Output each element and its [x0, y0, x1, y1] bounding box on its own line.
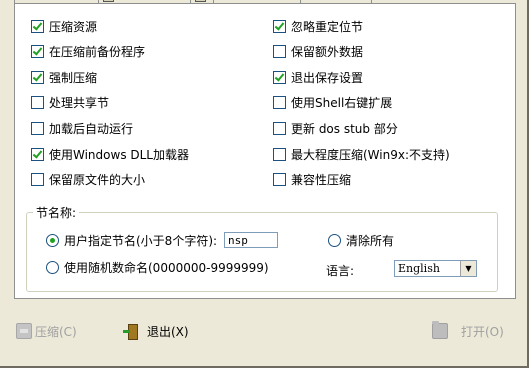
language-label: 语言: — [326, 264, 355, 278]
option-label: 最大程度压缩(Win9x:不支持) — [291, 147, 450, 162]
checkbox-unchecked[interactable] — [31, 96, 44, 110]
section-name-input[interactable]: nsp — [224, 232, 278, 248]
option-label: 强制压缩 — [49, 70, 98, 85]
option-label: 在压缩前备份程序 — [49, 45, 146, 60]
compress-button-label: 压缩(C) — [35, 324, 77, 339]
folder-icon — [432, 321, 448, 339]
open-button-label: 打开(O) — [461, 324, 504, 339]
compress-button[interactable]: 压缩(C) — [16, 321, 77, 341]
exit-door-icon — [122, 323, 138, 340]
checkbox-checked[interactable] — [31, 70, 44, 84]
chevron-down-icon[interactable]: ▼ — [460, 261, 476, 276]
main-window: 压缩资源在压缩前备份程序 强制压缩处理共享节加载后自动运行使用Windows DL… — [0, 0, 529, 368]
option-label: 使用Windows DLL加载器 — [49, 147, 189, 162]
option-checkbox[interactable]: 保留原文件的大小 — [31, 172, 145, 188]
option-checkbox[interactable]: 使用Shell右键扩展 — [273, 95, 392, 111]
user-section-name-label: 用户指定节名(小于8个字符): — [64, 233, 218, 248]
checkbox-checked[interactable] — [31, 147, 44, 161]
random-section-name-radio[interactable]: 使用随机数命名(0000000-9999999) — [46, 259, 269, 275]
exit-button-label: 退出(X) — [147, 324, 189, 339]
option-label: 保留原文件的大小 — [49, 173, 146, 188]
radio-indicator[interactable] — [328, 233, 341, 247]
user-section-name-radio[interactable]: 用户指定节名(小于8个字符): — [46, 232, 217, 248]
option-checkbox[interactable]: 保留额外数据 — [273, 44, 363, 60]
section-name-group — [26, 212, 498, 292]
checkbox-checked[interactable] — [31, 45, 44, 59]
tab-icon — [195, 0, 206, 2]
open-button[interactable]: 打开(O) — [432, 321, 504, 341]
checkbox-checked[interactable] — [273, 19, 286, 33]
clear-all-label: 清除所有 — [346, 233, 395, 248]
option-checkbox[interactable]: 使用Windows DLL加载器 — [31, 146, 189, 162]
option-checkbox[interactable]: 强制压缩 — [31, 69, 97, 85]
exit-button[interactable]: 退出(X) — [122, 321, 189, 341]
option-checkbox[interactable]: 兼容性压缩 — [273, 172, 351, 188]
checkbox-unchecked[interactable] — [273, 45, 286, 59]
option-label: 压缩资源 — [49, 19, 98, 34]
option-label: 使用Shell右键扩展 — [291, 96, 393, 111]
option-checkbox[interactable]: 处理共享节 — [31, 95, 109, 111]
clear-all-radio[interactable]: 清除所有 — [328, 232, 394, 248]
checkbox-unchecked[interactable] — [273, 96, 286, 110]
checkbox-unchecked[interactable] — [273, 147, 286, 161]
language-select-value: English — [398, 262, 440, 275]
option-checkbox[interactable]: 退出保存设置 — [273, 69, 363, 85]
radio-indicator[interactable] — [46, 260, 59, 274]
checkbox-checked[interactable] — [31, 19, 44, 33]
option-label: 忽略重定位节 — [291, 19, 364, 34]
option-checkbox[interactable]: 忽略重定位节 — [273, 18, 363, 34]
option-checkbox[interactable]: 压缩资源 — [31, 18, 97, 34]
checkbox-unchecked[interactable] — [31, 173, 44, 187]
section-name-group-title: 节名称: — [33, 204, 80, 221]
compress-icon — [16, 323, 32, 339]
option-checkbox[interactable]: 加载后自动运行 — [31, 120, 133, 136]
checkbox-unchecked[interactable] — [273, 173, 286, 187]
tab-icon — [103, 0, 114, 2]
language-select[interactable]: English ▼ — [394, 260, 477, 277]
radio-indicator[interactable] — [46, 233, 59, 247]
option-label: 加载后自动运行 — [49, 121, 134, 136]
option-label: 保留额外数据 — [291, 45, 364, 60]
random-section-name-label: 使用随机数命名(0000000-9999999) — [64, 260, 269, 275]
option-checkbox[interactable]: 在压缩前备份程序 — [31, 44, 145, 60]
checkbox-unchecked[interactable] — [273, 121, 286, 135]
option-label: 更新 dos stub 部分 — [291, 121, 398, 136]
option-checkbox[interactable]: 更新 dos stub 部分 — [273, 120, 398, 136]
option-checkbox[interactable]: 最大程度压缩(Win9x:不支持) — [273, 146, 450, 162]
checkbox-checked[interactable] — [273, 70, 286, 84]
option-label: 兼容性压缩 — [291, 173, 352, 188]
checkbox-unchecked[interactable] — [31, 121, 44, 135]
option-label: 处理共享节 — [49, 96, 110, 111]
option-label: 退出保存设置 — [291, 70, 364, 85]
